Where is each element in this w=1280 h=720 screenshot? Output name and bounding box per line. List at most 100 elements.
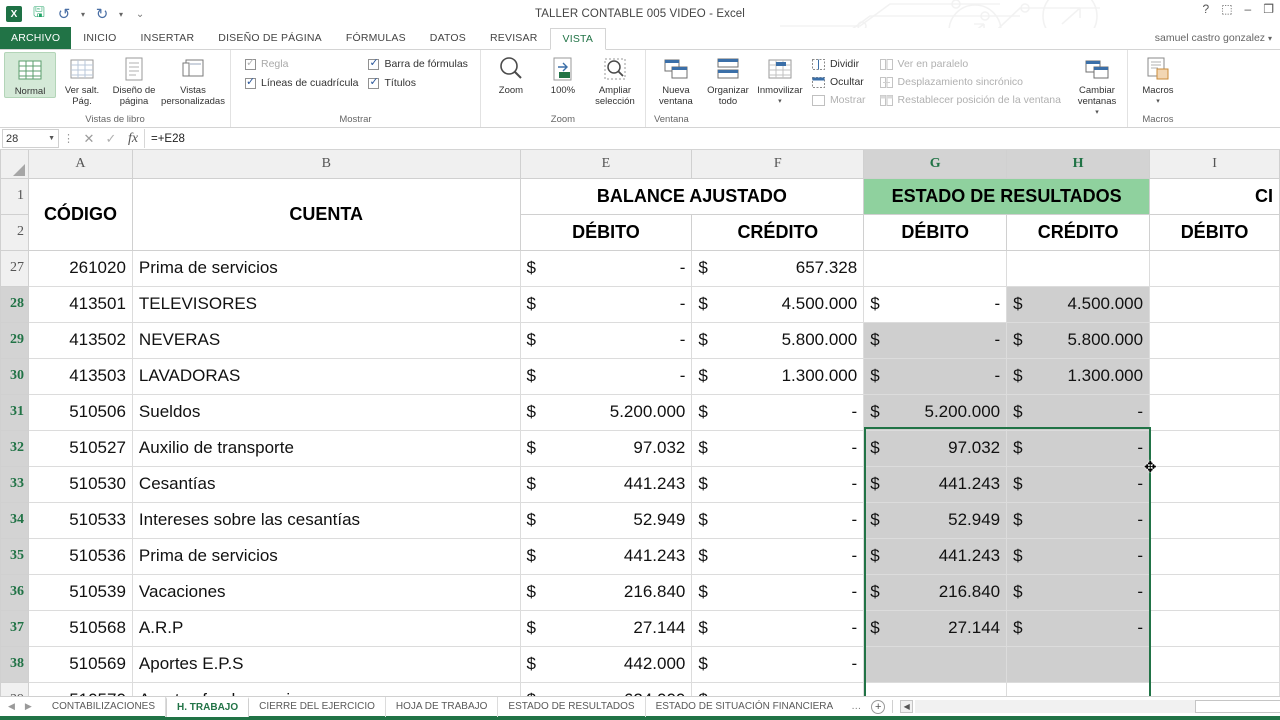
name-box[interactable]: 28 ▼ — [2, 129, 59, 148]
sheet-tab-h-trabajo[interactable]: H. TRABAJO — [166, 696, 250, 717]
cell-e35[interactable]: $441.243 — [519, 537, 693, 575]
cell-f30[interactable]: $1.300.000 — [691, 357, 865, 395]
sheet-tab-estado-de-resultados[interactable]: ESTADO DE RESULTADOS — [498, 696, 646, 717]
button-ver-salto-pagina[interactable]: Ver salt. Pág. — [56, 52, 108, 107]
cell-a35[interactable]: 510536 — [27, 537, 133, 575]
row-header-37[interactable]: 37 — [0, 609, 29, 647]
cell-a32[interactable]: 510527 — [27, 429, 133, 467]
cell-g39[interactable] — [863, 681, 1008, 696]
tab-inicio[interactable]: INICIO — [71, 27, 128, 49]
cell-i37[interactable] — [1149, 609, 1280, 647]
table-row[interactable]: 27 261020 Prima de servicios $ - $657.328 — [0, 249, 1280, 287]
button-normal[interactable]: Normal — [4, 52, 56, 98]
cell-f2-credito[interactable]: CRÉDITO — [691, 213, 865, 251]
button-ver-en-paralelo[interactable]: Ver en paralelo — [879, 58, 1061, 70]
inmovilizar-dropdown-icon[interactable]: ▾ — [778, 96, 782, 107]
cell-e28[interactable]: $ - — [519, 285, 693, 323]
undo-dropdown-icon[interactable]: ▾ — [81, 10, 85, 19]
cell-b37[interactable]: A.R.P — [131, 609, 521, 647]
table-row[interactable]: 38 510569 Aportes E.P.S $442.000 $ - — [0, 645, 1280, 683]
cell-g1-estado-de-resultados[interactable]: ESTADO DE RESULTADOS — [863, 177, 1151, 215]
table-row[interactable]: 35 510536 Prima de servicios $441.243 $ - $441… — [0, 537, 1280, 575]
tab-revisar[interactable]: REVISAR — [478, 27, 550, 49]
cell-a31[interactable]: 510506 — [27, 393, 133, 431]
row-header-29[interactable]: 29 — [0, 321, 29, 359]
cell-g36[interactable]: $216.840 — [863, 573, 1008, 611]
cell-f38[interactable]: $ - — [691, 645, 865, 683]
checkbox-titulos-box[interactable] — [368, 76, 380, 89]
cell-a37[interactable]: 510568 — [27, 609, 133, 647]
cell-f34[interactable]: $ - — [691, 501, 865, 539]
insert-function-icon[interactable]: fx — [122, 131, 144, 147]
cell-b39[interactable]: Aportes fondo pensiones — [131, 681, 521, 696]
quick-access-toolbar[interactable]: 🖫 ↺ ▾ ↻ ▾ ⌄ — [0, 0, 148, 28]
button-macros[interactable]: Macros ▾ — [1132, 52, 1184, 107]
row-header-32[interactable]: 32 — [0, 429, 29, 467]
cell-a28[interactable]: 413501 — [27, 285, 133, 323]
column-header-h[interactable]: H — [1006, 150, 1151, 179]
cancel-entry-icon[interactable]: ✕ — [78, 131, 100, 147]
row-header-2[interactable]: 2 — [0, 213, 29, 251]
cell-e33[interactable]: $441.243 — [519, 465, 693, 503]
select-all-corner[interactable] — [0, 150, 29, 179]
column-header-b[interactable]: B — [131, 150, 521, 179]
cell-h27[interactable] — [1006, 249, 1151, 287]
cell-i39[interactable] — [1149, 681, 1280, 696]
table-row[interactable]: 28 413501 TELEVISORES $ - $4.500.000 $ - $4.500.… — [0, 285, 1280, 323]
cell-f28[interactable]: $4.500.000 — [691, 285, 865, 323]
button-mostrar[interactable]: Mostrar — [811, 94, 866, 106]
cell-e2-debito[interactable]: DÉBITO — [519, 213, 693, 251]
sheet-nav-arrows[interactable]: ◀ ▶ — [0, 701, 42, 712]
column-header-g[interactable]: G — [863, 150, 1008, 179]
redo-icon[interactable]: ↻ — [94, 6, 110, 23]
cell-a36[interactable]: 510539 — [27, 573, 133, 611]
cell-f31[interactable]: $ - — [691, 393, 865, 431]
cell-g29[interactable]: $ - — [863, 321, 1008, 359]
hscroll-thumb[interactable] — [1195, 700, 1280, 713]
cell-g2-debito[interactable]: DÉBITO — [863, 213, 1008, 251]
cell-e38[interactable]: $442.000 — [519, 645, 693, 683]
button-inmovilizar[interactable]: Inmovilizar ▾ — [754, 52, 806, 107]
tab-datos[interactable]: DATOS — [418, 27, 478, 49]
cell-h28[interactable]: $4.500.000 — [1006, 285, 1151, 323]
cell-f32[interactable]: $ - — [691, 429, 865, 467]
tab-vista[interactable]: VISTA — [549, 28, 607, 50]
button-zoom-100[interactable]: 100% — [537, 52, 589, 96]
button-ampliar-seleccion[interactable]: Ampliar selección — [589, 52, 641, 107]
column-header-row[interactable]: A B E F G H I — [0, 150, 1280, 179]
macros-dropdown-icon[interactable]: ▾ — [1156, 96, 1160, 107]
cell-h29[interactable]: $5.800.000 — [1006, 321, 1151, 359]
row-header-28[interactable]: 28 — [0, 285, 29, 323]
save-icon[interactable]: 🖫 — [31, 4, 47, 22]
cell-g28[interactable]: $ - — [863, 285, 1008, 323]
sheet-tab-hoja-de-trabajo[interactable]: HOJA DE TRABAJO — [386, 696, 499, 717]
checkbox-lineas-de-cuadricula[interactable]: Líneas de cuadrícula — [245, 76, 358, 89]
table-row[interactable]: 34 510533 Intereses sobre las cesantías $52… — [0, 501, 1280, 539]
tab-insertar[interactable]: INSERTAR — [129, 27, 207, 49]
undo-icon[interactable]: ↺ — [56, 6, 72, 23]
cell-i27[interactable] — [1149, 249, 1280, 287]
button-desplazamiento-sincronico[interactable]: Desplazamiento sincrónico — [879, 76, 1061, 88]
cell-h36[interactable]: $ - — [1006, 573, 1151, 611]
table-row[interactable]: 30 413503 LAVADORAS $ - $1.300.000 $ - $1.300.00… — [0, 357, 1280, 395]
cell-h34[interactable]: $ - — [1006, 501, 1151, 539]
cell-a38[interactable]: 510569 — [27, 645, 133, 683]
formula-bar[interactable]: 28 ▼ ⋮ ✕ ✓ fx =+E28 — [0, 128, 1280, 150]
cell-a1-codigo[interactable]: CÓDIGO — [27, 177, 133, 251]
button-zoom[interactable]: Zoom — [485, 52, 537, 96]
cell-a33[interactable]: 510530 — [27, 465, 133, 503]
horizontal-scrollbar[interactable]: ◀ — [900, 700, 1280, 714]
cell-f27[interactable]: $657.328 — [691, 249, 865, 287]
row-header-30[interactable]: 30 — [0, 357, 29, 395]
hscroll-track[interactable] — [915, 700, 1280, 713]
spreadsheet-grid[interactable]: A B E F G H I 1 CÓDIGO CUENTA BALANCE AJ… — [0, 150, 1280, 696]
hscroll-left-arrow-icon[interactable]: ◀ — [900, 700, 914, 713]
cell-g27[interactable] — [863, 249, 1008, 287]
cell-f36[interactable]: $ - — [691, 573, 865, 611]
formula-input[interactable]: =+E28 — [144, 129, 1280, 148]
cell-i34[interactable] — [1149, 501, 1280, 539]
cell-e34[interactable]: $52.949 — [519, 501, 693, 539]
cell-g37[interactable]: $27.144 — [863, 609, 1008, 647]
button-cambiar-ventanas[interactable]: Cambiar ventanas ▾ — [1071, 52, 1123, 118]
cell-f37[interactable]: $ - — [691, 609, 865, 647]
